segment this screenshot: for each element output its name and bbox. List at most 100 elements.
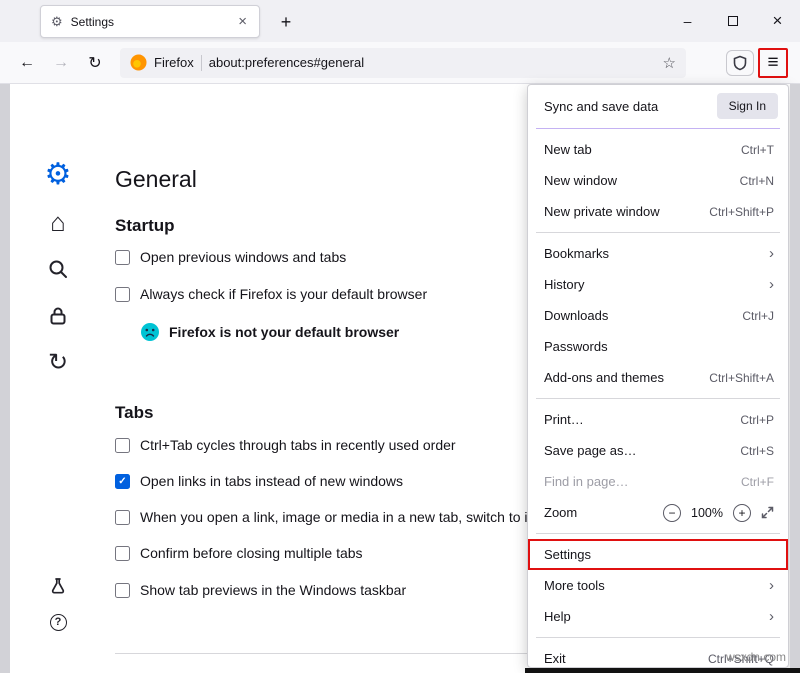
menu-item-shortcut: Ctrl+Shift+P	[709, 205, 774, 219]
navigation-toolbar: ← → ↻ Firefox about:preferences#general …	[0, 42, 800, 84]
menu-item-new-tab[interactable]: New tab Ctrl+T	[528, 134, 788, 165]
menu-item-settings[interactable]: Settings	[528, 539, 788, 570]
menu-item-shortcut: Ctrl+P	[740, 413, 774, 427]
checkbox[interactable]	[115, 583, 130, 598]
menu-item-new-private-window[interactable]: New private window Ctrl+Shift+P	[528, 196, 788, 227]
sync-label: Sync and save data	[544, 99, 658, 114]
window-border-right	[790, 84, 800, 673]
menu-item-addons-themes[interactable]: Add-ons and themes Ctrl+Shift+A	[528, 362, 788, 393]
sad-face-icon	[140, 322, 160, 342]
sign-in-button[interactable]: Sign In	[717, 93, 778, 119]
checkbox[interactable]	[115, 546, 130, 561]
fullscreen-icon[interactable]	[761, 506, 774, 519]
submenu-chevron-icon: ›	[769, 276, 774, 293]
zoom-in-button[interactable]: +	[733, 504, 751, 522]
general-gear-icon: ⚙	[45, 160, 72, 190]
startup-heading: Startup	[115, 216, 175, 236]
menu-item-zoom: Zoom − 100% +	[528, 497, 788, 528]
menu-item-label: Downloads	[544, 308, 608, 323]
url-text[interactable]: about:preferences#general	[209, 55, 656, 70]
tabs-heading: Tabs	[115, 403, 153, 423]
checkbox-label: Show tab previews in the Windows taskbar	[140, 582, 406, 598]
tab-title: Settings	[71, 15, 229, 29]
zoom-controls: − 100% +	[663, 504, 774, 522]
firefox-logo-icon	[130, 54, 147, 71]
default-browser-notice-text: Firefox is not your default browser	[169, 324, 399, 340]
sidebar-item-privacy-security[interactable]	[42, 300, 74, 332]
menu-item-print[interactable]: Print… Ctrl+P	[528, 404, 788, 435]
protections-shield-icon[interactable]	[726, 50, 754, 76]
menu-item-shortcut: Ctrl+J	[742, 309, 774, 323]
watermark: wsxdn.com	[726, 650, 786, 664]
menu-item-shortcut: Ctrl+Shift+A	[709, 371, 774, 385]
tab-bar: ⚙ Settings × + – ×	[0, 0, 800, 42]
menu-divider	[536, 128, 780, 129]
menu-item-save-page-as[interactable]: Save page as… Ctrl+S	[528, 435, 788, 466]
sidebar-item-home[interactable]: ⌂	[42, 206, 74, 238]
menu-item-label: Print…	[544, 412, 584, 427]
zoom-out-button[interactable]: −	[663, 504, 681, 522]
submenu-chevron-icon: ›	[769, 577, 774, 594]
menu-divider	[536, 232, 780, 233]
tab-close-icon[interactable]: ×	[236, 13, 249, 30]
sidebar-item-experiments[interactable]	[42, 570, 74, 602]
menu-item-history[interactable]: History ›	[528, 269, 788, 300]
menu-item-find-in-page[interactable]: Find in page… Ctrl+F	[528, 466, 788, 497]
menu-item-passwords[interactable]: Passwords	[528, 331, 788, 362]
menu-item-new-window[interactable]: New window Ctrl+N	[528, 165, 788, 196]
window-controls: – ×	[665, 0, 800, 42]
menu-item-more-tools[interactable]: More tools ›	[528, 570, 788, 601]
checkbox[interactable]	[115, 474, 130, 489]
menu-item-label: New tab	[544, 142, 592, 157]
menu-item-label: Zoom	[544, 505, 577, 520]
checkbox[interactable]	[115, 510, 130, 525]
sidebar-item-general[interactable]: ⚙	[42, 159, 74, 191]
default-browser-notice: Firefox is not your default browser	[140, 322, 399, 342]
checkbox[interactable]	[115, 438, 130, 453]
menu-item-downloads[interactable]: Downloads Ctrl+J	[528, 300, 788, 331]
minimize-button[interactable]: –	[665, 0, 710, 42]
menu-item-label: Add-ons and themes	[544, 370, 664, 385]
tab-settings[interactable]: ⚙ Settings ×	[40, 5, 260, 38]
search-engine-label: Firefox	[154, 55, 194, 70]
menu-item-shortcut: Ctrl+S	[740, 444, 774, 458]
sidebar-item-sync[interactable]: ↻	[42, 347, 74, 379]
reload-button[interactable]: ↻	[80, 48, 110, 78]
menu-button[interactable]: ≡	[758, 48, 788, 78]
page-title: General	[115, 166, 197, 193]
menu-item-sync[interactable]: Sync and save data Sign In	[528, 89, 788, 123]
menu-item-shortcut: Ctrl+F	[741, 475, 774, 489]
menu-item-shortcut: Ctrl+T	[741, 143, 774, 157]
maximize-icon	[728, 16, 738, 26]
new-tab-button[interactable]: +	[272, 8, 300, 36]
menu-divider	[536, 637, 780, 638]
checkbox-label: Ctrl+Tab cycles through tabs in recently…	[140, 437, 456, 453]
zoom-level[interactable]: 100%	[691, 506, 723, 520]
maximize-button[interactable]	[710, 0, 755, 42]
sidebar-item-support[interactable]: ?	[42, 606, 74, 638]
home-icon: ⌂	[50, 209, 66, 235]
checkbox-label: Open links in tabs instead of new window…	[140, 473, 403, 489]
checkbox-label: Open previous windows and tabs	[140, 249, 346, 265]
menu-item-shortcut: Ctrl+N	[740, 174, 774, 188]
screenshot-bottom-edge	[525, 668, 800, 673]
address-bar[interactable]: Firefox about:preferences#general ☆	[120, 48, 686, 78]
back-button[interactable]: ←	[12, 48, 42, 78]
checkbox[interactable]	[115, 287, 130, 302]
sidebar-item-search[interactable]	[42, 253, 74, 285]
lock-icon	[47, 305, 69, 327]
sync-icon: ↻	[48, 351, 68, 375]
menu-item-label: Save page as…	[544, 443, 637, 458]
menu-divider	[536, 533, 780, 534]
menu-item-label: More tools	[544, 578, 605, 593]
submenu-chevron-icon: ›	[769, 608, 774, 625]
forward-button[interactable]: →	[46, 48, 76, 78]
menu-item-bookmarks[interactable]: Bookmarks ›	[528, 238, 788, 269]
checkbox[interactable]	[115, 250, 130, 265]
checkbox-label: Always check if Firefox is your default …	[140, 286, 427, 302]
menu-item-help[interactable]: Help ›	[528, 601, 788, 632]
browser-window: ⚙ Settings × + – × ← → ↻ Firefox about:p…	[0, 0, 800, 673]
bookmark-star-icon[interactable]: ☆	[663, 54, 676, 72]
submenu-chevron-icon: ›	[769, 245, 774, 262]
close-window-button[interactable]: ×	[755, 0, 800, 42]
